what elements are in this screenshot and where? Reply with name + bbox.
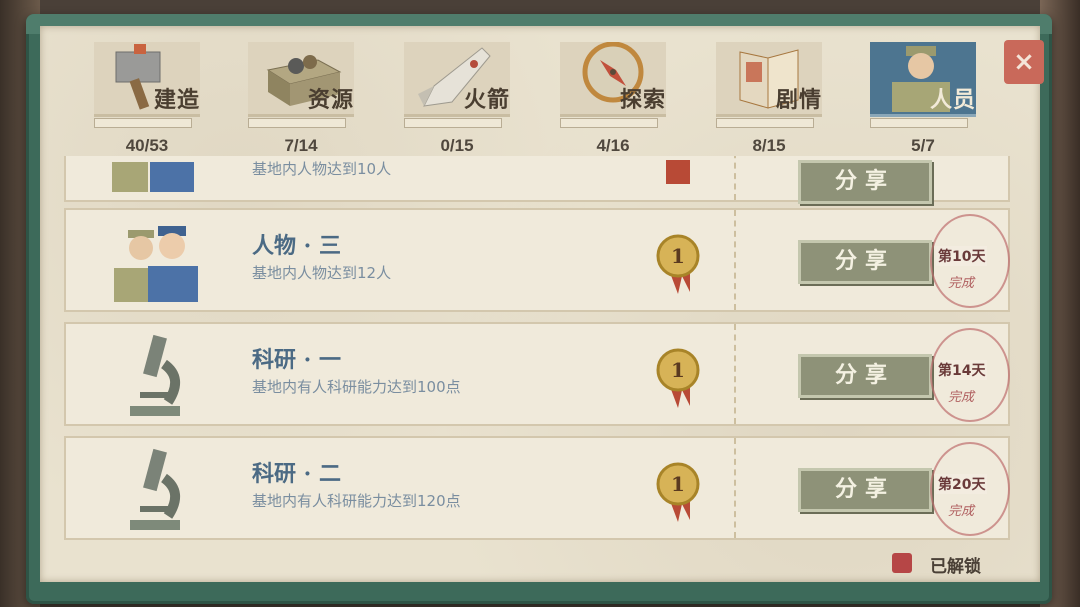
tab-label: 人员 [929,87,976,113]
category-tabs: 建造 40/53 资源 7/14 火箭 0/15 探索 4/16 剧情 8/15… [88,36,978,158]
stamp-day: 第20天 [936,474,988,494]
tab-label: 资源 [307,87,354,113]
unlocked-legend-icon [892,553,912,573]
achievement-desc: 基地内有人科研能力达到120点 [252,492,461,510]
tab-progress-bar [404,118,502,128]
tab-label: 火箭 [463,87,510,113]
svg-text:1: 1 [671,358,685,382]
completion-stamp: 第10天 完成 [930,214,1010,308]
stamp-day: 第10天 [936,246,988,266]
share-button[interactable]: 分享 [798,240,932,284]
row-divider [734,324,738,424]
achievement-desc: 基地内有人科研能力达到100点 [252,378,461,396]
completion-stamp: 第20天 完成 [930,442,1010,536]
achievement-title: 科研 · 二 [252,461,341,487]
stamp-complete: 完成 [948,276,975,291]
medal-icon: 1 [656,460,700,522]
row-divider [734,156,738,200]
tab-rocket[interactable]: 火箭 0/15 [398,36,516,158]
tab-progress-bar [560,118,658,128]
microscope-icon [106,334,202,418]
tab-count: 0/15 [440,136,474,155]
tab-label: 建造 [153,87,200,113]
people-icon [106,156,202,194]
stamp-complete: 完成 [948,504,975,519]
tab-count: 40/53 [125,136,169,155]
list-item: 科研 · 一 基地内有人科研能力达到100点 1 分享 第14天 完成 [64,322,1010,426]
svg-text:1: 1 [671,472,685,496]
tab-progress-bar [94,118,192,128]
tab-progress-bar [248,118,346,128]
list-item: 科研 · 二 基地内有人科研能力达到120点 1 分享 第20天 完成 [64,436,1010,540]
achievement-desc: 基地内人物达到10人 [252,160,392,178]
share-button[interactable]: 分享 [798,160,932,204]
tab-progress-bar [716,118,814,128]
share-button[interactable]: 分享 [798,354,932,398]
row-divider [734,438,738,538]
medal-icon: 1 [656,232,700,294]
unlocked-legend-label: 已解锁 [930,557,981,577]
people-icon [106,220,202,304]
tab-label: 剧情 [775,87,822,113]
microscope-icon [106,448,202,532]
tab-resources[interactable]: 资源 7/14 [242,36,360,158]
achievement-desc: 基地内人物达到12人 [252,264,392,282]
list-item: 基地内人物达到10人 分享 [64,156,1010,204]
medal-icon: 1 [656,346,700,408]
tab-count: 5/7 [911,136,935,155]
tab-build[interactable]: 建造 40/53 [88,36,206,158]
tab-count: 4/16 [596,136,630,155]
tab-story[interactable]: 剧情 8/15 [710,36,828,158]
achievement-title: 科研 · 一 [252,347,341,373]
list-item: 人物 · 三 基地内人物达到12人 1 分享 第10天 完成 [64,208,1010,312]
share-button[interactable]: 分享 [798,468,932,512]
close-button[interactable]: × [1004,40,1044,84]
stamp-day: 第14天 [936,360,988,380]
close-icon: × [1013,47,1035,77]
tab-label: 探索 [619,87,666,113]
tab-count: 7/14 [284,136,318,155]
row-divider [734,210,738,310]
stamp-complete: 完成 [948,390,975,405]
tab-progress-bar [870,118,968,128]
achievement-list[interactable]: 基地内人物达到10人 分享 人物 · 三 基地内人物达到12人 1 分享 第10… [64,156,1010,548]
tab-count: 8/15 [752,136,786,155]
svg-text:1: 1 [671,244,685,268]
tab-personnel[interactable]: 人员 5/7 [864,36,982,158]
completion-stamp: 第14天 完成 [930,328,1010,422]
tab-explore[interactable]: 探索 4/16 [554,36,672,158]
achievement-title: 人物 · 三 [252,233,341,259]
